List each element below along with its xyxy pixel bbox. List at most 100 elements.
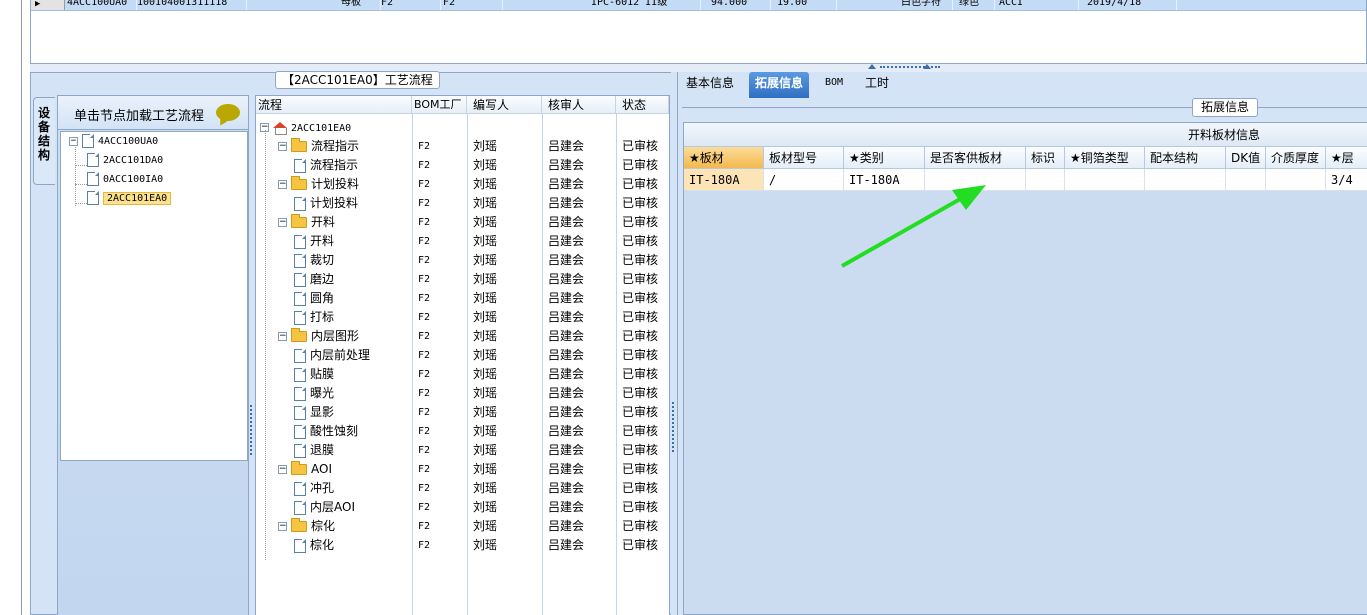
selected-grid-row[interactable]: ▶ 4ACC100UA0 100104001311118 母板 F2 F2 IP… — [31, 0, 1366, 11]
tab-work-hours[interactable]: 工时 — [859, 72, 895, 98]
tree-node-label[interactable]: 2ACC101DA0 — [103, 155, 163, 166]
top-cell-value1[interactable]: 94.000 — [711, 0, 771, 10]
tree-node-root[interactable]: − 4ACC100UA0 — [69, 134, 158, 150]
cell-board[interactable]: IT-180A — [684, 169, 764, 191]
flow-row[interactable]: 显影 F2 刘瑶 吕建会 已审核 — [256, 403, 669, 422]
flow-row[interactable]: 开料 F2 刘瑶 吕建会 已审核 — [256, 232, 669, 251]
column-header-mark[interactable]: 标识 — [1026, 147, 1065, 169]
tab-equipment-structure[interactable]: 设备结构 — [33, 97, 55, 185]
tree-node[interactable]: 2ACC101DA0 — [87, 153, 163, 169]
column-header-customer-supplied[interactable]: 是否客供板材 — [925, 147, 1026, 169]
top-cell-number[interactable]: 100104001311118 — [137, 0, 247, 10]
top-cell-value2[interactable]: 19.00 — [777, 0, 837, 10]
flow-row[interactable]: 贴膜 F2 刘瑶 吕建会 已审核 — [256, 365, 669, 384]
column-header-board-model[interactable]: 板材型号 — [764, 147, 844, 169]
flow-row[interactable]: − 内层图形 F2 刘瑶 吕建会 已审核 — [256, 327, 669, 346]
splitter-grip[interactable] — [880, 66, 940, 69]
speech-bubble-icon[interactable] — [216, 104, 240, 121]
column-header-copper-type[interactable]: ★铜箔类型 — [1065, 147, 1145, 169]
flow-row[interactable]: 曝光 F2 刘瑶 吕建会 已审核 — [256, 384, 669, 403]
flow-row[interactable]: 棕化 F2 刘瑶 吕建会 已审核 — [256, 536, 669, 555]
collapse-icon[interactable]: − — [69, 136, 78, 146]
flow-row[interactable]: 裁切 F2 刘瑶 吕建会 已审核 — [256, 251, 669, 270]
flow-row[interactable]: 磨边 F2 刘瑶 吕建会 已审核 — [256, 270, 669, 289]
flow-factory: F2 — [418, 502, 431, 513]
splitter-grip[interactable] — [250, 405, 252, 455]
top-cell-standard[interactable]: IPC-6012 II级 — [591, 0, 701, 10]
cell-mark[interactable] — [1026, 169, 1065, 191]
column-header-writer[interactable]: 编写人 — [467, 96, 542, 114]
cell-customer-supplied[interactable] — [925, 169, 1026, 191]
collapse-icon[interactable]: − — [278, 180, 287, 189]
document-icon — [87, 172, 99, 186]
column-header-flow[interactable]: 流程 — [256, 96, 412, 114]
flow-root-row[interactable]: −2ACC101EA0 — [256, 118, 669, 137]
top-cell-factory2[interactable]: F2 — [443, 0, 503, 10]
tab-extended-info[interactable]: 拓展信息 — [749, 72, 810, 98]
column-header-bom-factory[interactable]: BOM工厂 — [412, 96, 467, 114]
document-icon — [294, 348, 306, 363]
flow-writer: 刘瑶 — [473, 481, 498, 495]
splitter-up-arrow-icon[interactable] — [868, 64, 876, 69]
flow-reviewer: 吕建会 — [548, 310, 585, 324]
flow-factory: F2 — [418, 255, 431, 266]
collapse-icon[interactable]: − — [278, 465, 287, 474]
column-header-layer[interactable]: ★层 — [1326, 147, 1367, 169]
flow-row[interactable]: − 计划投料 F2 刘瑶 吕建会 已审核 — [256, 175, 669, 194]
top-cell-date[interactable]: 2019/4/18 — [1087, 0, 1177, 10]
cell-category[interactable]: IT-180A — [844, 169, 925, 191]
cell-layer[interactable]: 3/4 — [1326, 169, 1367, 191]
flow-row[interactable]: − AOI F2 刘瑶 吕建会 已审核 — [256, 460, 669, 479]
flow-row[interactable]: 计划投料 F2 刘瑶 吕建会 已审核 — [256, 194, 669, 213]
collapse-icon[interactable]: − — [278, 218, 287, 227]
cell-dk[interactable] — [1226, 169, 1266, 191]
tab-bom[interactable]: BOM — [819, 72, 849, 98]
document-icon — [294, 405, 306, 420]
top-cell-factory[interactable]: F2 — [381, 0, 441, 10]
column-header-board[interactable]: ★板材 — [684, 147, 764, 169]
flow-row[interactable]: 酸性蚀刻 F2 刘瑶 吕建会 已审核 — [256, 422, 669, 441]
column-header-status[interactable]: 状态 — [616, 96, 669, 114]
cell-copper-type[interactable] — [1065, 169, 1145, 191]
top-cell-customer[interactable]: ACCI — [999, 0, 1079, 10]
cell-board-model[interactable]: / — [764, 169, 844, 191]
material-info-table[interactable]: 开料板材信息 ★板材 板材型号 ★类别 是否客供板材 标识 ★铜箔类型 配本结构… — [683, 122, 1367, 615]
flow-row[interactable]: 冲孔 F2 刘瑶 吕建会 已审核 — [256, 479, 669, 498]
flow-row[interactable]: − 棕化 F2 刘瑶 吕建会 已审核 — [256, 517, 669, 536]
flow-row[interactable]: 内层前处理 F2 刘瑶 吕建会 已审核 — [256, 346, 669, 365]
collapse-icon[interactable]: − — [278, 522, 287, 531]
flow-row[interactable]: 退膜 F2 刘瑶 吕建会 已审核 — [256, 441, 669, 460]
column-header-reviewer[interactable]: 核审人 — [542, 96, 616, 114]
column-header-category[interactable]: ★类别 — [844, 147, 925, 169]
tree-node-label[interactable]: 4ACC100UA0 — [98, 136, 158, 147]
collapse-icon[interactable]: − — [278, 142, 287, 151]
splitter-up-arrow-icon[interactable] — [923, 64, 931, 69]
tab-basic-info[interactable]: 基本信息 — [680, 72, 740, 98]
column-header-dielectric[interactable]: 介质厚度 — [1266, 147, 1326, 169]
flow-row[interactable]: 圆角 F2 刘瑶 吕建会 已审核 — [256, 289, 669, 308]
top-cell-type[interactable]: 母板 — [341, 0, 381, 10]
flow-row[interactable]: 打标 F2 刘瑶 吕建会 已审核 — [256, 308, 669, 327]
flow-row[interactable]: − 流程指示 F2 刘瑶 吕建会 已审核 — [256, 137, 669, 156]
column-header-structure[interactable]: 配本结构 — [1145, 147, 1226, 169]
top-cell-mask-color[interactable]: 绿色 — [959, 0, 995, 10]
collapse-icon[interactable]: − — [278, 332, 287, 341]
flow-row[interactable]: 流程指示 F2 刘瑶 吕建会 已审核 — [256, 156, 669, 175]
cell-dielectric[interactable] — [1266, 169, 1326, 191]
tree-node-label[interactable]: 2ACC101EA0 — [103, 192, 172, 205]
flow-reviewer: 吕建会 — [548, 519, 585, 533]
process-flow-grid[interactable]: 流程 BOM工厂 编写人 核审人 状态 −2ACC101EA0 − 流程指示 F2 刘… — [255, 95, 670, 615]
tree-node-label[interactable]: 0ACC100IA0 — [103, 174, 163, 185]
cell-structure[interactable] — [1145, 169, 1226, 191]
top-cell-char-color[interactable]: 白色字符 — [901, 0, 953, 10]
top-cell-code[interactable]: 4ACC100UA0 — [67, 0, 137, 10]
top-grid[interactable]: ▶ 4ACC100UA0 100104001311118 母板 F2 F2 IP… — [30, 0, 1367, 64]
flow-row[interactable]: − 开料 F2 刘瑶 吕建会 已审核 — [256, 213, 669, 232]
splitter-grip[interactable] — [672, 402, 674, 452]
tree-node-selected[interactable]: 2ACC101EA0 — [87, 191, 172, 207]
horizontal-splitter[interactable] — [30, 64, 1367, 72]
column-header-dk[interactable]: DK值 — [1226, 147, 1266, 169]
flow-row[interactable]: 内层AOI F2 刘瑶 吕建会 已审核 — [256, 498, 669, 517]
tree-node[interactable]: 0ACC100IA0 — [87, 172, 163, 188]
structure-tree[interactable]: − 4ACC100UA0 2ACC101DA0 0ACC100IA0 2ACC10… — [60, 131, 248, 461]
